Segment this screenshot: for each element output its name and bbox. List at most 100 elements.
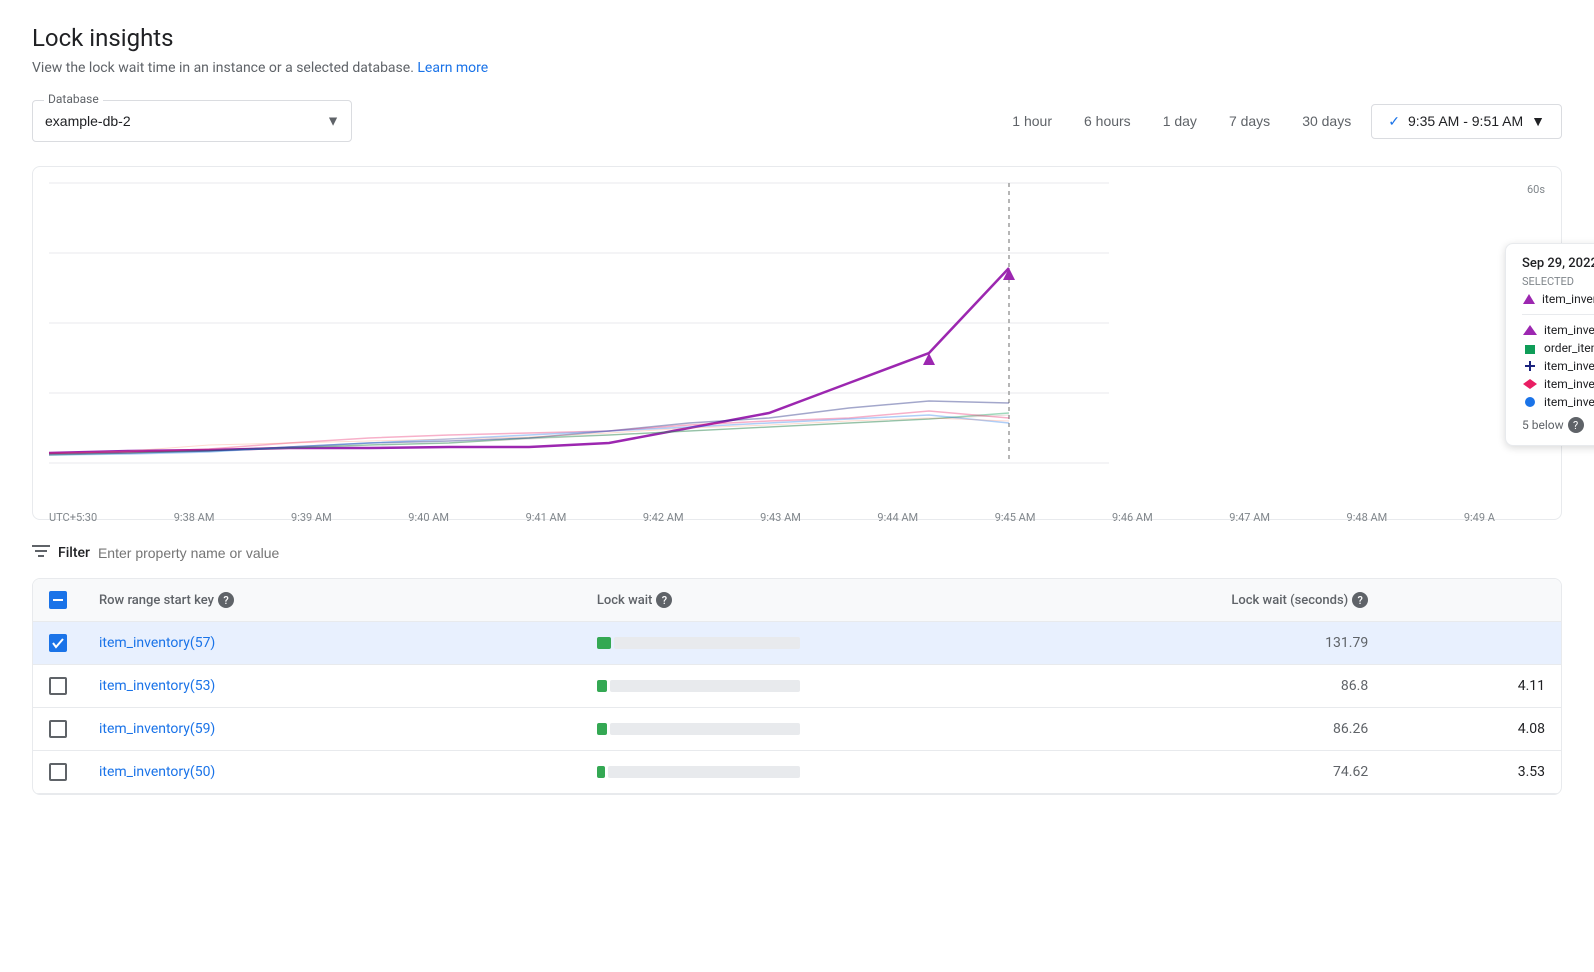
- time-range-button[interactable]: ✓ 9:35 AM - 9:51 AM ▼: [1371, 104, 1562, 139]
- lock-wait-help-icon[interactable]: ?: [656, 592, 672, 608]
- time-range-label: 9:35 AM - 9:51 AM: [1408, 113, 1523, 129]
- row-0-checkbox[interactable]: [49, 634, 67, 652]
- x-label-12: 9:49 A: [1464, 511, 1495, 524]
- time-1hour-button[interactable]: 1 hour: [1000, 105, 1064, 137]
- tooltip-selected-label: SELECTED: [1522, 275, 1594, 288]
- bar-green-0: [597, 637, 611, 649]
- bar-green-1: [597, 680, 607, 692]
- row-0-bar: [597, 637, 837, 649]
- tooltip-name-0: item_inventory(57): [1544, 323, 1594, 337]
- row-1-key: item_inventory(53): [83, 665, 581, 708]
- x-label-2: 9:39 AM: [291, 511, 332, 524]
- row-3-link[interactable]: item_inventory(50): [99, 764, 215, 780]
- database-label: Database: [44, 92, 103, 106]
- th-lock-wait-seconds: Lock wait (seconds) ?: [881, 579, 1384, 622]
- bar-gray-3: [608, 766, 800, 778]
- row-3-bar-cell: [581, 751, 881, 794]
- row-1-link[interactable]: item_inventory(53): [99, 678, 215, 694]
- filter-label: Filter: [58, 545, 90, 561]
- tooltip-item-2: item_inventory(59) 17.27s: [1522, 359, 1594, 373]
- row-2-checkbox[interactable]: [49, 720, 67, 738]
- check-icon: ✓: [1388, 113, 1400, 130]
- tooltip-item-1: order_item(81,8) 22.82s: [1522, 341, 1594, 355]
- table-row: item_inventory(59) 86.26 4.08: [33, 708, 1561, 751]
- tooltip-item-3: item_inventory(53) 9.9s: [1522, 377, 1594, 391]
- x-label-4: 9:41 AM: [526, 511, 567, 524]
- chart-tooltip: Sep 29, 2022, 9:49:00 AM SELECTED item_i…: [1505, 243, 1594, 446]
- legend-circle-icon-4: [1522, 396, 1538, 408]
- th-row-key: Row range start key ?: [83, 579, 581, 622]
- th-lock-wait-s-label: Lock wait (seconds): [1231, 593, 1348, 608]
- filter-section: Filter: [32, 544, 1562, 562]
- tooltip-item-0: item_inventory(57) 42.04s: [1522, 323, 1594, 337]
- time-7days-button[interactable]: 7 days: [1217, 105, 1282, 137]
- time-1day-button[interactable]: 1 day: [1151, 105, 1209, 137]
- row-2-bar: [597, 723, 837, 735]
- header-checkbox-cell: [33, 579, 83, 622]
- time-30days-button[interactable]: 30 days: [1290, 105, 1363, 137]
- bar-green-2: [597, 723, 607, 735]
- x-label-7: 9:44 AM: [877, 511, 918, 524]
- tooltip-help-icon[interactable]: ?: [1568, 417, 1584, 433]
- x-label-5: 9:42 AM: [643, 511, 684, 524]
- x-label-8: 9:45 AM: [995, 511, 1036, 524]
- row-0-link[interactable]: item_inventory(57): [99, 635, 215, 651]
- bar-gray-2: [610, 723, 800, 735]
- th-lock-wait: Lock wait ?: [581, 579, 881, 622]
- row-2-lock-wait-s: 4.08: [1384, 708, 1561, 751]
- lock-wait-s-help-icon[interactable]: ?: [1352, 592, 1368, 608]
- row-3-checkbox-cell: [33, 751, 83, 794]
- x-label-9: 9:46 AM: [1112, 511, 1153, 524]
- checkbox-dash: [53, 599, 63, 601]
- row-3-key: item_inventory(50): [83, 751, 581, 794]
- tooltip-name-1: order_item(81,8): [1544, 341, 1594, 355]
- tooltip-time: Sep 29, 2022, 9:49:00 AM: [1522, 256, 1594, 271]
- row-2-lock-wait: 86.26: [881, 708, 1384, 751]
- chart-svg: [49, 183, 1109, 463]
- database-selector: Database example-db-2 example-db-1 examp…: [32, 100, 352, 142]
- row-3-lock-wait: 74.62: [881, 751, 1384, 794]
- x-label-1: 9:38 AM: [174, 511, 215, 524]
- bar-gray-0: [614, 637, 800, 649]
- x-label-11: 9:48 AM: [1347, 511, 1388, 524]
- bar-gray-1: [610, 680, 800, 692]
- table-row: item_inventory(50) 74.62 3.53: [33, 751, 1561, 794]
- row-3-checkbox[interactable]: [49, 763, 67, 781]
- chart-section: 60s 40s 20s Sep 29, 2022, 9:49:00 AM SEL…: [32, 166, 1562, 520]
- row-0-bar-cell: [581, 622, 881, 665]
- row-2-link[interactable]: item_inventory(59): [99, 721, 215, 737]
- row-key-help-icon[interactable]: ?: [218, 592, 234, 608]
- learn-more-link[interactable]: Learn more: [417, 60, 488, 76]
- x-axis: UTC+5:30 9:38 AM 9:39 AM 9:40 AM 9:41 AM…: [49, 503, 1495, 524]
- x-label-10: 9:47 AM: [1229, 511, 1270, 524]
- chart-area: 60s 40s 20s Sep 29, 2022, 9:49:00 AM SEL…: [49, 183, 1545, 503]
- page-title: Lock insights: [32, 24, 1562, 52]
- x-label-6: 9:43 AM: [760, 511, 801, 524]
- header-checkbox[interactable]: [49, 591, 67, 609]
- checkmark-icon: [52, 637, 64, 649]
- table-row: item_inventory(53) 86.8 4.11: [33, 665, 1561, 708]
- time-controls: 1 hour 6 hours 1 day 7 days 30 days ✓ 9:…: [1000, 104, 1562, 139]
- table-container: Row range start key ? Lock wait ? Lock w…: [32, 578, 1562, 795]
- database-dropdown[interactable]: example-db-2 example-db-1 example-db-3: [32, 100, 352, 142]
- filter-icon: [32, 544, 50, 562]
- row-0-checkbox-cell: [33, 622, 83, 665]
- filter-input[interactable]: [98, 545, 1562, 561]
- row-1-checkbox[interactable]: [49, 677, 67, 695]
- row-0-key: item_inventory(57): [83, 622, 581, 665]
- th-extra: [1384, 579, 1561, 622]
- tooltip-divider: [1522, 314, 1594, 315]
- row-0-lock-wait-s: [1384, 622, 1561, 665]
- legend-plus-icon-2: [1522, 360, 1538, 372]
- row-1-bar: [597, 680, 837, 692]
- time-6hours-button[interactable]: 6 hours: [1072, 105, 1143, 137]
- th-lock-wait-label: Lock wait: [597, 593, 653, 608]
- row-3-lock-wait-s: 3.53: [1384, 751, 1561, 794]
- tooltip-name-3: item_inventory(53): [1544, 377, 1594, 391]
- table-header-row: Row range start key ? Lock wait ? Lock w…: [33, 579, 1561, 622]
- chart-wrapper: 60s 40s 20s Sep 29, 2022, 9:49:00 AM SEL…: [49, 183, 1545, 503]
- x-label-0: UTC+5:30: [49, 511, 97, 524]
- row-2-checkbox-cell: [33, 708, 83, 751]
- legend-diamond-icon-3: [1522, 378, 1538, 390]
- tooltip-selected-row: item_inventory(57) 42.04s: [1522, 292, 1594, 306]
